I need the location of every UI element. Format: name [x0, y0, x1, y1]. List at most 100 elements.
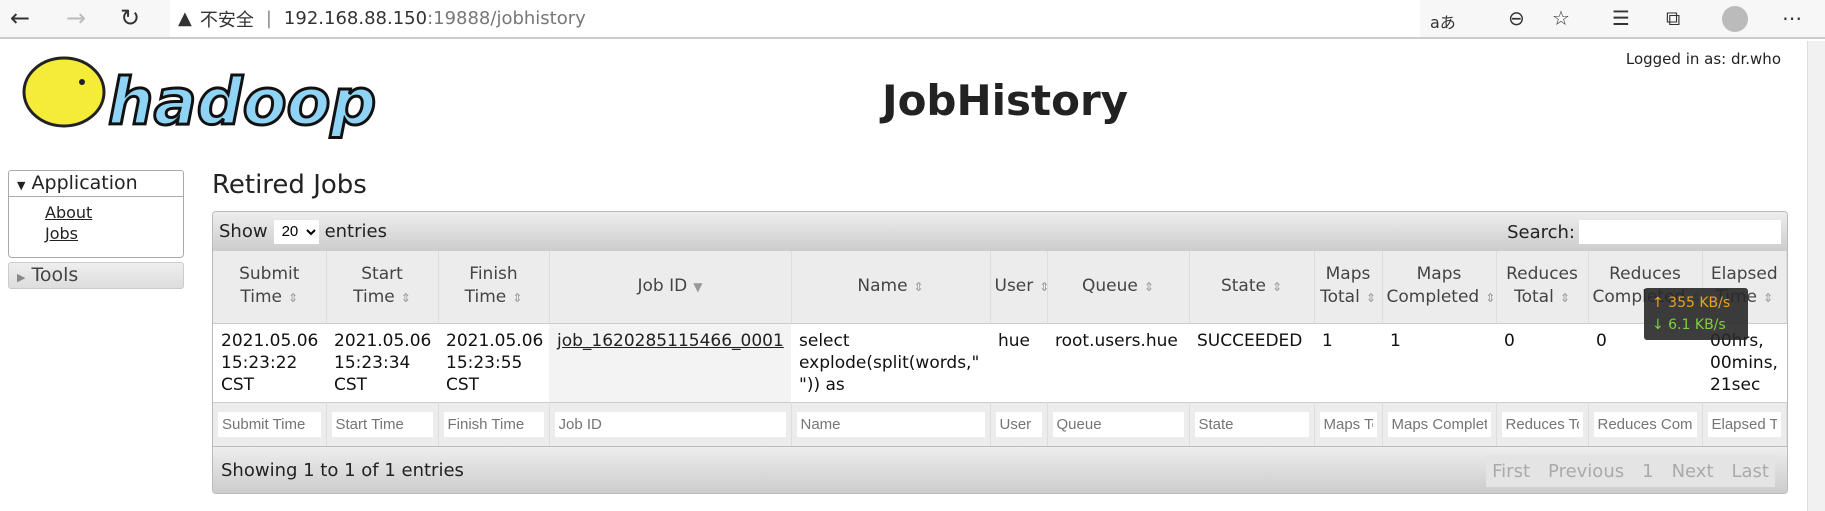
favorites-icon[interactable]: ☰: [1612, 6, 1630, 30]
security-label: 不安全: [199, 9, 254, 31]
column-header[interactable]: Job ID ▼: [549, 251, 792, 324]
sort-icon: ⇕: [1143, 279, 1154, 294]
filter-cell: [1047, 401, 1190, 446]
column-filter-input[interactable]: [331, 411, 433, 437]
column-label: Job ID: [637, 275, 688, 296]
reload-icon[interactable]: ↻: [120, 4, 140, 32]
application-toggle[interactable]: ▼ Application: [8, 170, 184, 197]
column-label: Queue: [1082, 275, 1138, 296]
table-cell: 1: [1322, 330, 1333, 351]
pager-last[interactable]: Last: [1732, 461, 1770, 482]
tools-toggle[interactable]: ▶ Tools: [8, 262, 184, 289]
divider: |: [265, 8, 272, 29]
column-label: Maps Completed: [1386, 264, 1480, 308]
filter-cell: [1382, 401, 1497, 446]
collections-icon[interactable]: ⧉: [1666, 6, 1680, 30]
sort-icon: ⇕: [1365, 291, 1376, 306]
job-id-link[interactable]: job_1620285115466_0001: [557, 331, 784, 351]
table-cell: 2021.05.06 15:23:55 CST: [446, 330, 544, 395]
column-header[interactable]: User ⇕: [990, 251, 1049, 324]
column-header[interactable]: Start Time ⇕: [326, 251, 439, 324]
browser-toolbar: ← → ↻ ▲ 不安全 | 192.168.88.150:19888/jobhi…: [0, 0, 1825, 39]
column-filter-input[interactable]: [443, 411, 544, 437]
column-filter-input[interactable]: [1319, 411, 1377, 437]
column-filter-input[interactable]: [1194, 411, 1309, 437]
entries-select[interactable]: 20: [273, 219, 319, 244]
filter-cell: [1314, 401, 1383, 446]
filter-cell: [326, 401, 439, 446]
column-filter-input[interactable]: [1052, 411, 1184, 437]
sidebar-application: ▼ Application About Jobs: [8, 170, 184, 258]
sort-icon: ⇕: [1271, 279, 1283, 294]
section-heading: Retired Jobs: [212, 170, 367, 200]
sort-icon: ⇕: [288, 291, 299, 306]
upload-speed: ↑ 355 KB/s: [1652, 295, 1731, 311]
sidebar-item-jobs[interactable]: Jobs: [45, 223, 183, 244]
read-aloud-icon[interactable]: aあ: [1430, 9, 1456, 33]
column-header[interactable]: Name ⇕: [791, 251, 991, 324]
sort-icon: ⇕: [1559, 291, 1570, 306]
back-icon[interactable]: ←: [10, 4, 30, 32]
column-label: State: [1220, 275, 1266, 296]
column-filter-input[interactable]: [554, 411, 786, 437]
column-filter-input[interactable]: [995, 411, 1042, 437]
column-filter-input[interactable]: [1501, 411, 1583, 437]
pager-1[interactable]: 1: [1642, 461, 1653, 482]
page-title: JobHistory: [881, 76, 1129, 125]
table-cell: 2021.05.06 15:23:22 CST: [221, 330, 319, 395]
jobs-table: Show 20 entries Search: Submit Time ⇕ Star…: [212, 211, 1788, 494]
triangle-down-icon: ▼: [17, 179, 26, 192]
column-filter-input[interactable]: [1593, 411, 1697, 437]
search-label: Search:: [1507, 221, 1575, 243]
column-header[interactable]: Maps Total ⇕: [1314, 251, 1383, 324]
filter-cell: [213, 401, 327, 446]
pager-previous[interactable]: Previous: [1548, 461, 1624, 482]
address-bar[interactable]: ▲ 不安全 | 192.168.88.150:19888/jobhistory: [170, 0, 1420, 37]
avatar[interactable]: [1722, 6, 1748, 32]
application-label: Application: [31, 172, 138, 194]
column-header[interactable]: Submit Time ⇕: [213, 251, 327, 324]
table-cell: hue: [998, 330, 1031, 351]
pager-first[interactable]: First: [1492, 461, 1530, 482]
filter-cell: [1496, 401, 1589, 446]
column-header[interactable]: State ⇕: [1189, 251, 1315, 324]
column-header[interactable]: Finish Time ⇕: [438, 251, 550, 324]
table-cell: root.users.hue: [1055, 330, 1178, 351]
table-cell: 2021.05.06 15:23:34 CST: [334, 330, 432, 395]
url-host: 192.168.88.150: [283, 8, 428, 29]
sort-icon: ⇕: [1485, 291, 1496, 306]
forward-icon[interactable]: →: [66, 4, 86, 32]
filter-cell: [438, 401, 550, 446]
more-icon[interactable]: ⋯: [1782, 6, 1802, 30]
network-speed-overlay: ↑ 355 KB/s ↓ 6.1 KB/s: [1644, 288, 1748, 340]
show-label: Show: [219, 221, 268, 242]
search-input[interactable]: [1579, 220, 1781, 244]
favorite-add-icon[interactable]: ☆: [1552, 6, 1570, 30]
column-header[interactable]: Queue ⇕: [1047, 251, 1190, 324]
sidebar-item-about[interactable]: About: [45, 202, 183, 223]
column-filter-input[interactable]: [218, 411, 321, 437]
column-header[interactable]: Maps Completed ⇕: [1382, 251, 1497, 324]
column-label: Start Time: [353, 264, 403, 308]
sort-icon: ⇕: [1763, 291, 1774, 306]
table-cell: 1: [1390, 330, 1401, 351]
pagination: First Previous 1 Next Last: [1486, 455, 1775, 487]
column-label: Finish Time: [464, 264, 518, 308]
table-info: Showing 1 to 1 of 1 entries: [221, 459, 464, 481]
column-filter-input[interactable]: [1707, 411, 1781, 437]
filter-cell: [1702, 401, 1787, 446]
zoom-icon[interactable]: ⊖: [1508, 6, 1525, 30]
filter-cell: [791, 401, 991, 446]
table-row: 2021.05.06 15:23:22 CST 2021.05.06 15:23:…: [213, 323, 1787, 402]
column-filter-input[interactable]: [1387, 411, 1491, 437]
sort-icon: ⇕: [400, 291, 411, 306]
column-filter-input[interactable]: [796, 411, 985, 437]
table-cell: SUCCEEDED: [1197, 330, 1303, 351]
filter-cell: [990, 401, 1048, 446]
column-label: Name: [857, 275, 908, 296]
pager-next[interactable]: Next: [1672, 461, 1714, 482]
column-header[interactable]: Reduces Total ⇕: [1496, 251, 1589, 324]
sort-icon: ⇕: [512, 291, 523, 306]
scrollbar[interactable]: [1807, 41, 1825, 511]
logged-in-user: Logged in as: dr.who: [1625, 50, 1781, 68]
